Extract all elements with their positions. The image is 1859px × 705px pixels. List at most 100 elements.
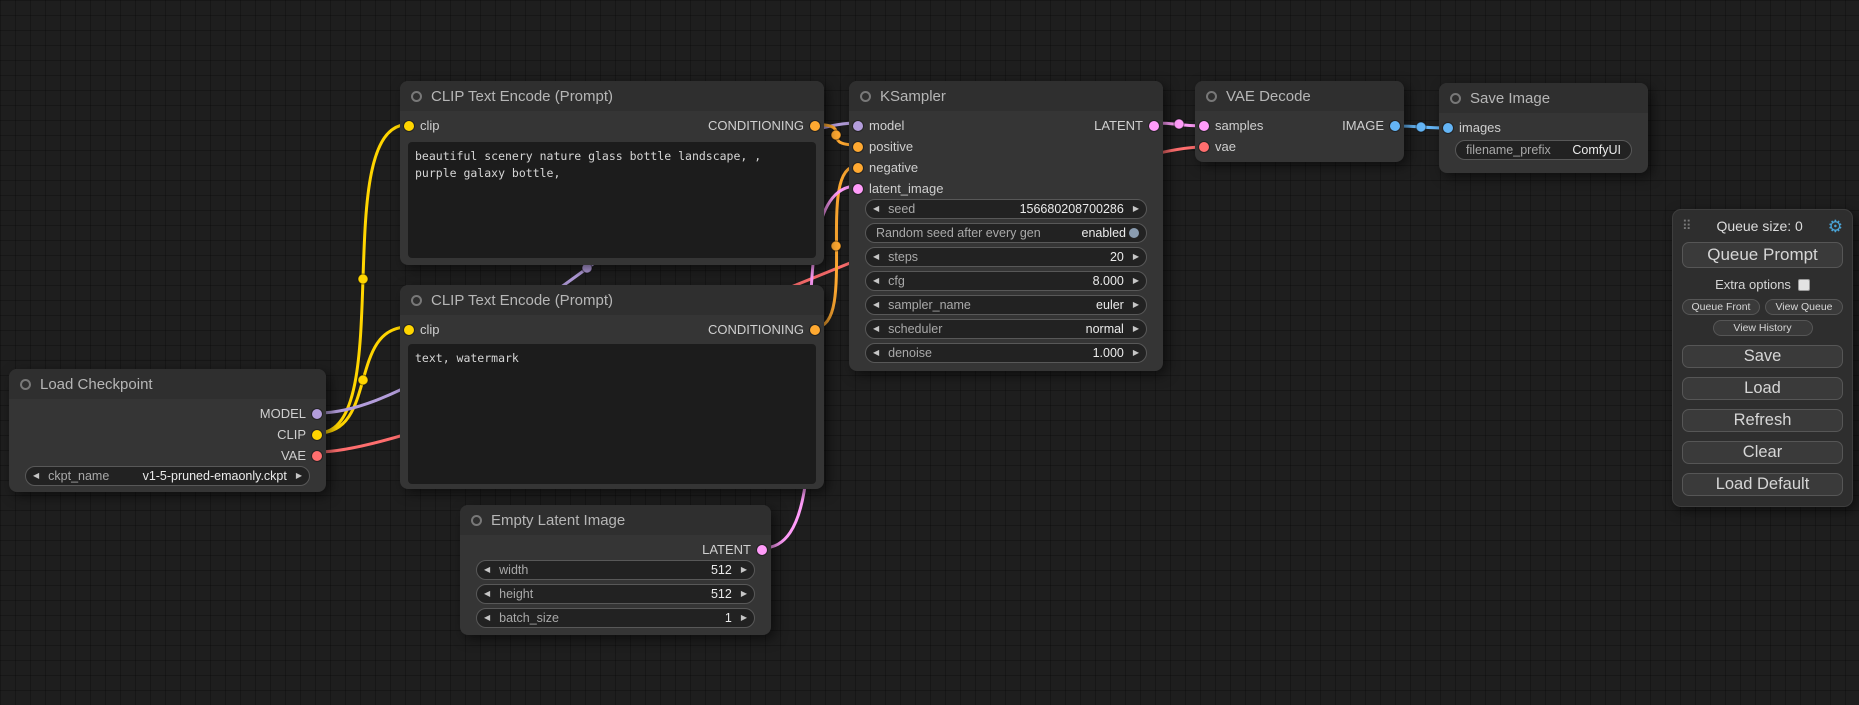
prev-value-arrow-icon[interactable]: ◀ bbox=[33, 472, 39, 480]
slot-row: clip CONDITIONING bbox=[400, 319, 824, 340]
collapse-toggle-icon[interactable] bbox=[411, 295, 422, 306]
node-vae-decode[interactable]: VAE Decode samples IMAGE vae bbox=[1195, 81, 1404, 162]
node-clip-text-encode-negative[interactable]: CLIP Text Encode (Prompt) clip CONDITION… bbox=[400, 285, 824, 489]
load-default-button[interactable]: Load Default bbox=[1682, 473, 1843, 496]
filename-prefix-widget[interactable]: filename_prefix ComfyUI bbox=[1455, 140, 1632, 160]
collapse-toggle-icon[interactable] bbox=[1450, 93, 1461, 104]
widget-label: height bbox=[499, 587, 533, 601]
steps-widget[interactable]: ◀ steps 20 ▶ bbox=[865, 247, 1147, 267]
decrement-arrow-icon[interactable]: ◀ bbox=[484, 614, 490, 622]
slot-row: MODEL bbox=[9, 403, 326, 424]
node-clip-text-encode-positive[interactable]: CLIP Text Encode (Prompt) clip CONDITION… bbox=[400, 81, 824, 265]
queue-prompt-button[interactable]: Queue Prompt bbox=[1682, 242, 1843, 268]
decrement-arrow-icon[interactable]: ◀ bbox=[873, 277, 879, 285]
node-save-image[interactable]: Save Image images filename_prefix ComfyU… bbox=[1439, 83, 1648, 173]
decrement-arrow-icon[interactable]: ◀ bbox=[873, 253, 879, 261]
node-title-bar[interactable]: VAE Decode bbox=[1195, 81, 1404, 111]
toggle-knob[interactable] bbox=[1129, 228, 1139, 238]
refresh-button[interactable]: Refresh bbox=[1682, 409, 1843, 432]
view-history-button[interactable]: View History bbox=[1713, 320, 1813, 336]
save-button[interactable]: Save bbox=[1682, 345, 1843, 368]
slot-row: CLIP bbox=[9, 424, 326, 445]
node-title-bar[interactable]: CLIP Text Encode (Prompt) bbox=[400, 285, 824, 315]
queue-front-button[interactable]: Queue Front bbox=[1682, 299, 1760, 315]
samples-input-dot[interactable] bbox=[1199, 121, 1209, 131]
next-value-arrow-icon[interactable]: ▶ bbox=[296, 472, 302, 480]
image-output-dot[interactable] bbox=[1390, 121, 1400, 131]
denoise-widget[interactable]: ◀ denoise 1.000 ▶ bbox=[865, 343, 1147, 363]
clip-input-dot[interactable] bbox=[404, 325, 414, 335]
increment-arrow-icon[interactable]: ▶ bbox=[741, 614, 747, 622]
latent-output-dot[interactable] bbox=[757, 545, 767, 555]
decrement-arrow-icon[interactable]: ◀ bbox=[484, 590, 490, 598]
vae-output-dot[interactable] bbox=[312, 451, 322, 461]
decrement-arrow-icon[interactable]: ◀ bbox=[484, 566, 490, 574]
prev-value-arrow-icon[interactable]: ◀ bbox=[873, 301, 879, 309]
node-title-bar[interactable]: Save Image bbox=[1439, 83, 1648, 113]
output-label-image: IMAGE bbox=[1342, 118, 1384, 133]
input-label-negative: negative bbox=[869, 160, 918, 175]
collapse-toggle-icon[interactable] bbox=[20, 379, 31, 390]
collapse-toggle-icon[interactable] bbox=[1206, 91, 1217, 102]
increment-arrow-icon[interactable]: ▶ bbox=[1133, 277, 1139, 285]
node-title-bar[interactable]: Empty Latent Image bbox=[460, 505, 771, 535]
node-ksampler[interactable]: KSampler model LATENT positive negative … bbox=[849, 81, 1163, 371]
clear-button[interactable]: Clear bbox=[1682, 441, 1843, 464]
clip-input-dot[interactable] bbox=[404, 121, 414, 131]
widget-value: 1.000 bbox=[1093, 346, 1124, 360]
ckpt-name-widget[interactable]: ◀ ckpt_name v1-5-pruned-emaonly.ckpt ▶ bbox=[25, 466, 310, 486]
slot-row: latent_image bbox=[849, 178, 1163, 199]
model-output-dot[interactable] bbox=[312, 409, 322, 419]
collapse-toggle-icon[interactable] bbox=[860, 91, 871, 102]
node-empty-latent-image[interactable]: Empty Latent Image LATENT ◀ width 512 ▶ … bbox=[460, 505, 771, 635]
prompt-textarea[interactable]: beautiful scenery nature glass bottle la… bbox=[408, 142, 816, 258]
collapse-toggle-icon[interactable] bbox=[411, 91, 422, 102]
prompt-textarea[interactable]: text, watermark bbox=[408, 344, 816, 484]
random-seed-toggle-widget[interactable]: Random seed after every gen enabled bbox=[865, 223, 1147, 243]
latent-image-input-dot[interactable] bbox=[853, 184, 863, 194]
node-title: CLIP Text Encode (Prompt) bbox=[431, 88, 613, 105]
increment-arrow-icon[interactable]: ▶ bbox=[1133, 253, 1139, 261]
conditioning-output-dot[interactable] bbox=[810, 121, 820, 131]
collapse-toggle-icon[interactable] bbox=[471, 515, 482, 526]
increment-arrow-icon[interactable]: ▶ bbox=[1133, 205, 1139, 213]
prev-value-arrow-icon[interactable]: ◀ bbox=[873, 325, 879, 333]
next-value-arrow-icon[interactable]: ▶ bbox=[1133, 325, 1139, 333]
input-label-vae: vae bbox=[1215, 139, 1236, 154]
height-widget[interactable]: ◀ height 512 ▶ bbox=[476, 584, 755, 604]
node-load-checkpoint[interactable]: Load Checkpoint MODEL CLIP VAE ◀ ckpt_na… bbox=[9, 369, 326, 492]
increment-arrow-icon[interactable]: ▶ bbox=[1133, 349, 1139, 357]
images-input-dot[interactable] bbox=[1443, 123, 1453, 133]
conditioning-output-dot[interactable] bbox=[810, 325, 820, 335]
width-widget[interactable]: ◀ width 512 ▶ bbox=[476, 560, 755, 580]
node-title-bar[interactable]: KSampler bbox=[849, 81, 1163, 111]
positive-input-dot[interactable] bbox=[853, 142, 863, 152]
extra-options-checkbox[interactable] bbox=[1798, 279, 1810, 291]
node-title: KSampler bbox=[880, 88, 946, 105]
negative-input-dot[interactable] bbox=[853, 163, 863, 173]
decrement-arrow-icon[interactable]: ◀ bbox=[873, 349, 879, 357]
seed-widget[interactable]: ◀ seed 156680208700286 ▶ bbox=[865, 199, 1147, 219]
output-label-latent: LATENT bbox=[702, 542, 751, 557]
node-title-bar[interactable]: Load Checkpoint bbox=[9, 369, 326, 399]
vae-input-dot[interactable] bbox=[1199, 142, 1209, 152]
decrement-arrow-icon[interactable]: ◀ bbox=[873, 205, 879, 213]
clip-output-dot[interactable] bbox=[312, 430, 322, 440]
cfg-widget[interactable]: ◀ cfg 8.000 ▶ bbox=[865, 271, 1147, 291]
node-title-bar[interactable]: CLIP Text Encode (Prompt) bbox=[400, 81, 824, 111]
next-value-arrow-icon[interactable]: ▶ bbox=[1133, 301, 1139, 309]
batch-size-widget[interactable]: ◀ batch_size 1 ▶ bbox=[476, 608, 755, 628]
load-button[interactable]: Load bbox=[1682, 377, 1843, 400]
widget-label: Random seed after every gen bbox=[876, 226, 1041, 240]
input-label-clip: clip bbox=[420, 118, 440, 133]
increment-arrow-icon[interactable]: ▶ bbox=[741, 566, 747, 574]
drag-handle-icon[interactable]: ⠿ bbox=[1682, 218, 1692, 234]
latent-output-dot[interactable] bbox=[1149, 121, 1159, 131]
sampler-name-widget[interactable]: ◀ sampler_name euler ▶ bbox=[865, 295, 1147, 315]
view-queue-button[interactable]: View Queue bbox=[1765, 299, 1843, 315]
scheduler-widget[interactable]: ◀ scheduler normal ▶ bbox=[865, 319, 1147, 339]
model-input-dot[interactable] bbox=[853, 121, 863, 131]
node-canvas[interactable]: { "slot_colors": { "MODEL": "#B39DDB", "… bbox=[0, 0, 1859, 705]
increment-arrow-icon[interactable]: ▶ bbox=[741, 590, 747, 598]
settings-gear-icon[interactable]: ⚙ bbox=[1828, 218, 1843, 235]
